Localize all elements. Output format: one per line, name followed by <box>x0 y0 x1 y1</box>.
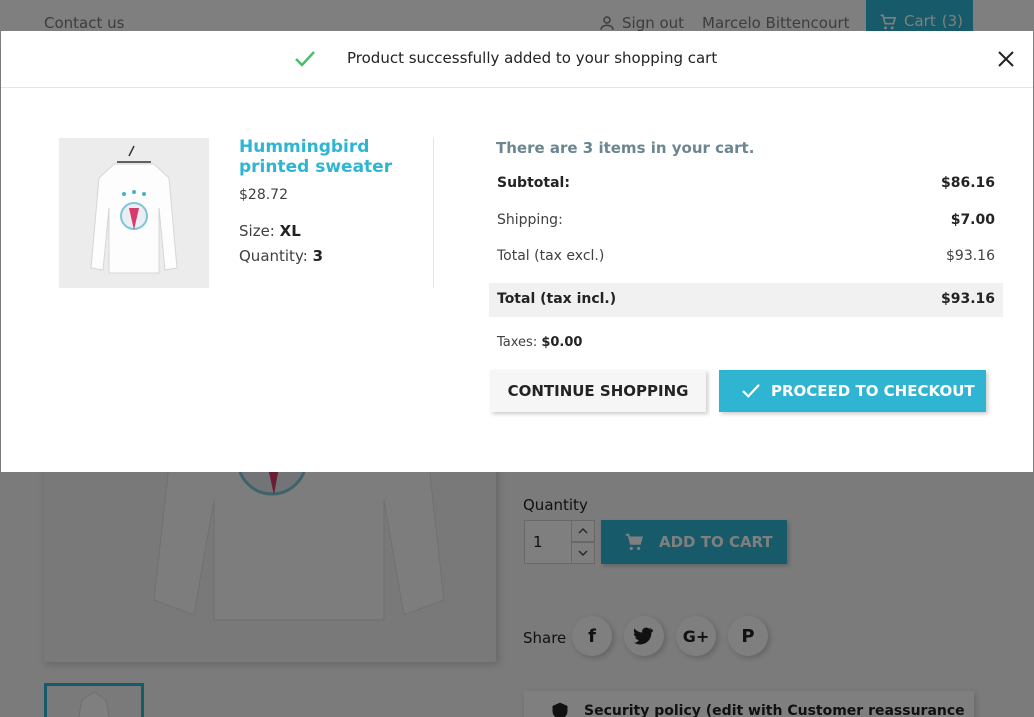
subtotal-value: $86.16 <box>940 175 995 191</box>
size-value: XL <box>279 222 301 240</box>
total-incl-value: $93.16 <box>940 291 995 307</box>
taxes-value: $0.00 <box>541 335 583 350</box>
subtotal-label: Subtotal: <box>497 175 570 191</box>
proceed-to-checkout-label: PROCEED TO CHECKOUT <box>771 382 975 400</box>
modal-title: Product successfully added to your shopp… <box>347 49 718 67</box>
size-label: Size: <box>239 222 275 240</box>
quantity-label: Quantity: <box>239 247 308 265</box>
continue-shopping-label: CONTINUE SHOPPING <box>507 382 689 400</box>
shipping-row: Shipping: $7.00 <box>489 204 1003 238</box>
total-incl-row: Total (tax incl.) $93.16 <box>489 283 1003 317</box>
subtotal-row: Subtotal: $86.16 <box>489 167 1003 201</box>
continue-shopping-button[interactable]: CONTINUE SHOPPING <box>490 370 706 412</box>
taxes-line: Taxes: $0.00 <box>497 335 582 350</box>
close-icon[interactable] <box>995 48 1017 70</box>
check-icon <box>742 384 760 398</box>
shipping-value: $7.00 <box>950 212 995 228</box>
product-image <box>59 138 209 288</box>
total-excl-value: $93.16 <box>946 248 995 264</box>
check-icon <box>295 51 315 67</box>
sweater-image <box>59 138 209 288</box>
total-incl-label: Total (tax incl.) <box>497 291 617 307</box>
total-excl-label: Total (tax excl.) <box>497 248 605 264</box>
add-to-cart-modal: Product successfully added to your shopp… <box>1 31 1033 472</box>
quantity-value: 3 <box>312 247 324 265</box>
vertical-divider <box>433 138 434 288</box>
taxes-label: Taxes: <box>497 335 538 350</box>
product-quantity: Quantity: 3 <box>239 247 323 265</box>
proceed-to-checkout-button[interactable]: PROCEED TO CHECKOUT <box>719 370 986 412</box>
product-price: $28.72 <box>239 187 288 203</box>
shipping-label: Shipping: <box>497 212 563 228</box>
product-size: Size: XL <box>239 222 301 240</box>
modal-header: Product successfully added to your shopp… <box>1 31 1033 88</box>
product-name: Hummingbird printed sweater <box>239 137 393 177</box>
total-excl-row: Total (tax excl.) $93.16 <box>489 240 1003 274</box>
cart-items-count: There are 3 items in your cart. <box>496 139 755 157</box>
